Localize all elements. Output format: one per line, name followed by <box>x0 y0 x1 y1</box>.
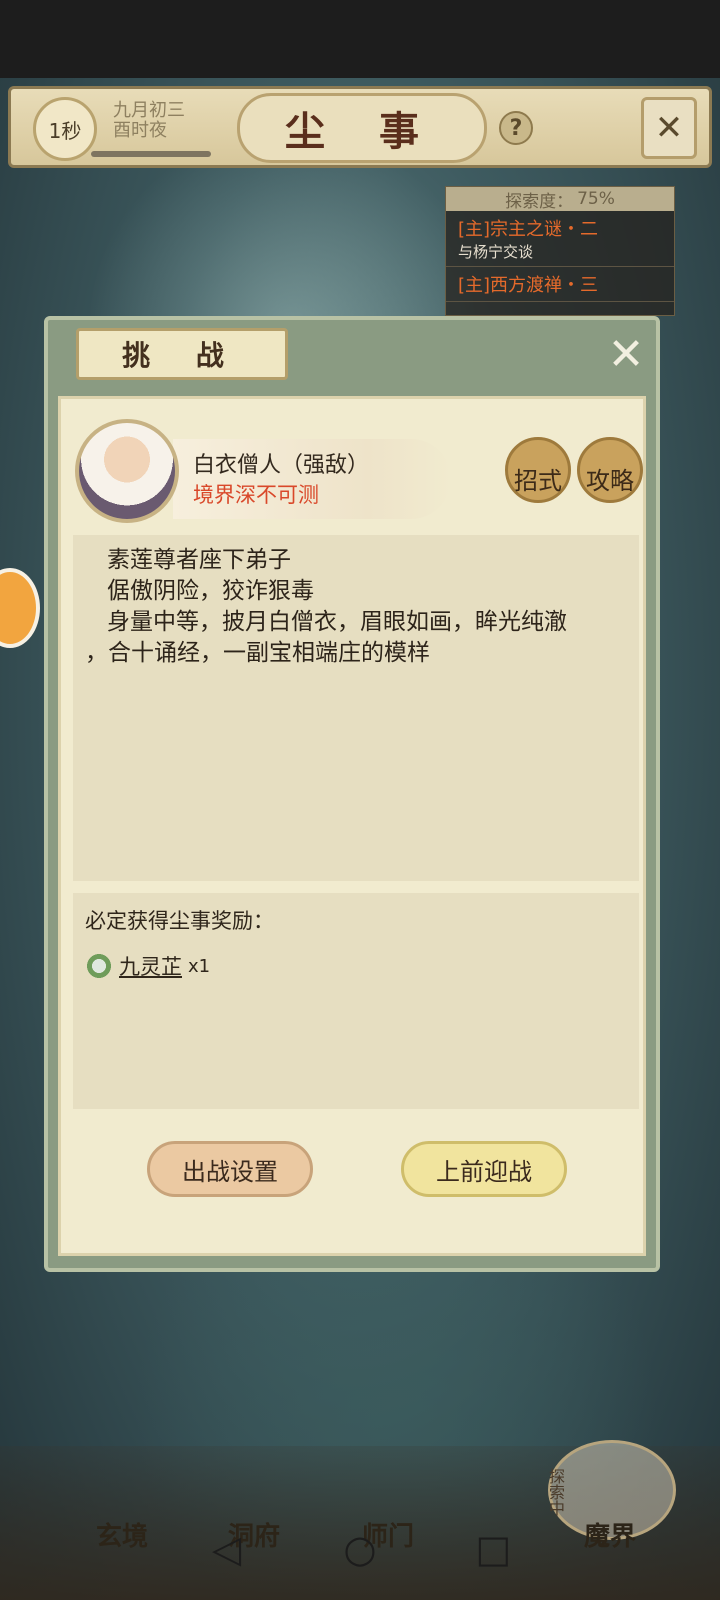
system-nav-bar: ◁ ○ □ <box>0 1498 720 1600</box>
quest-tracker[interactable]: 探索度： 75% [主]宗主之谜・二 与杨宁交谈 [主]西方渡禅・三 <box>445 186 675 316</box>
description-line: ，合十诵经，一副宝相端庄的模样 <box>85 640 430 666</box>
exploration-progress: 探索度： 75% <box>446 187 674 212</box>
dialog-title: 挑 战 <box>76 328 288 380</box>
expand-icon[interactable]: ✕ <box>641 97 697 159</box>
quest-subtitle: 与杨宁交谈 <box>458 243 534 261</box>
date-progress-bar <box>91 151 211 157</box>
battle-settings-button[interactable]: 出战设置 <box>147 1141 313 1197</box>
top-bar: 1秒 九月初三 酉时夜 尘 事 ? ✕ <box>8 86 712 168</box>
quest-title: [主]宗主之谜・二 <box>458 219 599 240</box>
progress-label: 探索度： <box>505 191 574 212</box>
reward-name[interactable]: 九灵芷 <box>119 951 182 981</box>
page-title: 尘 事 <box>237 93 487 163</box>
back-icon[interactable]: ◁ <box>203 1527 251 1571</box>
time-speed-button[interactable]: 1秒 <box>33 97 97 161</box>
dialog-body: 白衣僧人（强敌） 境界深不可测 招式 攻略 素莲尊者座下弟子 倨傲阴险，狡诈狠毒… <box>58 396 646 1256</box>
description-line: 素莲尊者座下弟子 <box>107 547 291 573</box>
fight-button[interactable]: 上前迎战 <box>401 1141 567 1197</box>
reward-panel: 必定获得尘事奖励： 九灵芷 x1 <box>73 893 639 1109</box>
help-icon[interactable]: ? <box>499 111 533 145</box>
guide-button[interactable]: 攻略 <box>577 437 643 503</box>
enemy-realm: 境界深不可测 <box>193 483 319 507</box>
reward-item[interactable]: 九灵芷 x1 <box>85 951 627 981</box>
game-date: 九月初三 酉时夜 <box>113 101 185 141</box>
date-line-2: 酉时夜 <box>113 120 167 141</box>
progress-value: 75% <box>577 189 615 209</box>
date-line-1: 九月初三 <box>113 100 185 121</box>
description-line: 倨傲阴险，狡诈狠毒 <box>107 578 314 604</box>
enemy-avatar <box>75 419 179 523</box>
enemy-name: 白衣僧人（强敌） <box>193 453 370 478</box>
moves-button[interactable]: 招式 <box>505 437 571 503</box>
herb-icon <box>85 952 113 980</box>
reward-title: 必定获得尘事奖励： <box>85 909 274 933</box>
home-icon[interactable]: ○ <box>336 1527 384 1571</box>
quest-item[interactable]: [主]宗主之谜・二 与杨宁交谈 <box>446 211 674 267</box>
quest-item[interactable]: [主]西方渡禅・三 <box>446 267 674 302</box>
challenge-dialog: 挑 战 ✕ 白衣僧人（强敌） 境界深不可测 招式 攻略 素莲尊者座下弟子 倨傲阴… <box>44 316 660 1272</box>
enemy-description: 素莲尊者座下弟子 倨傲阴险，狡诈狠毒 身量中等，披月白僧衣，眉眼如画，眸光纯澈 … <box>73 535 639 881</box>
description-line: 身量中等，披月白僧衣，眉眼如画，眸光纯澈 <box>107 609 567 635</box>
reward-quantity: x1 <box>188 955 211 977</box>
recent-icon[interactable]: □ <box>469 1527 517 1571</box>
quest-title: [主]西方渡禅・三 <box>458 275 599 296</box>
close-icon[interactable]: ✕ <box>602 329 650 380</box>
